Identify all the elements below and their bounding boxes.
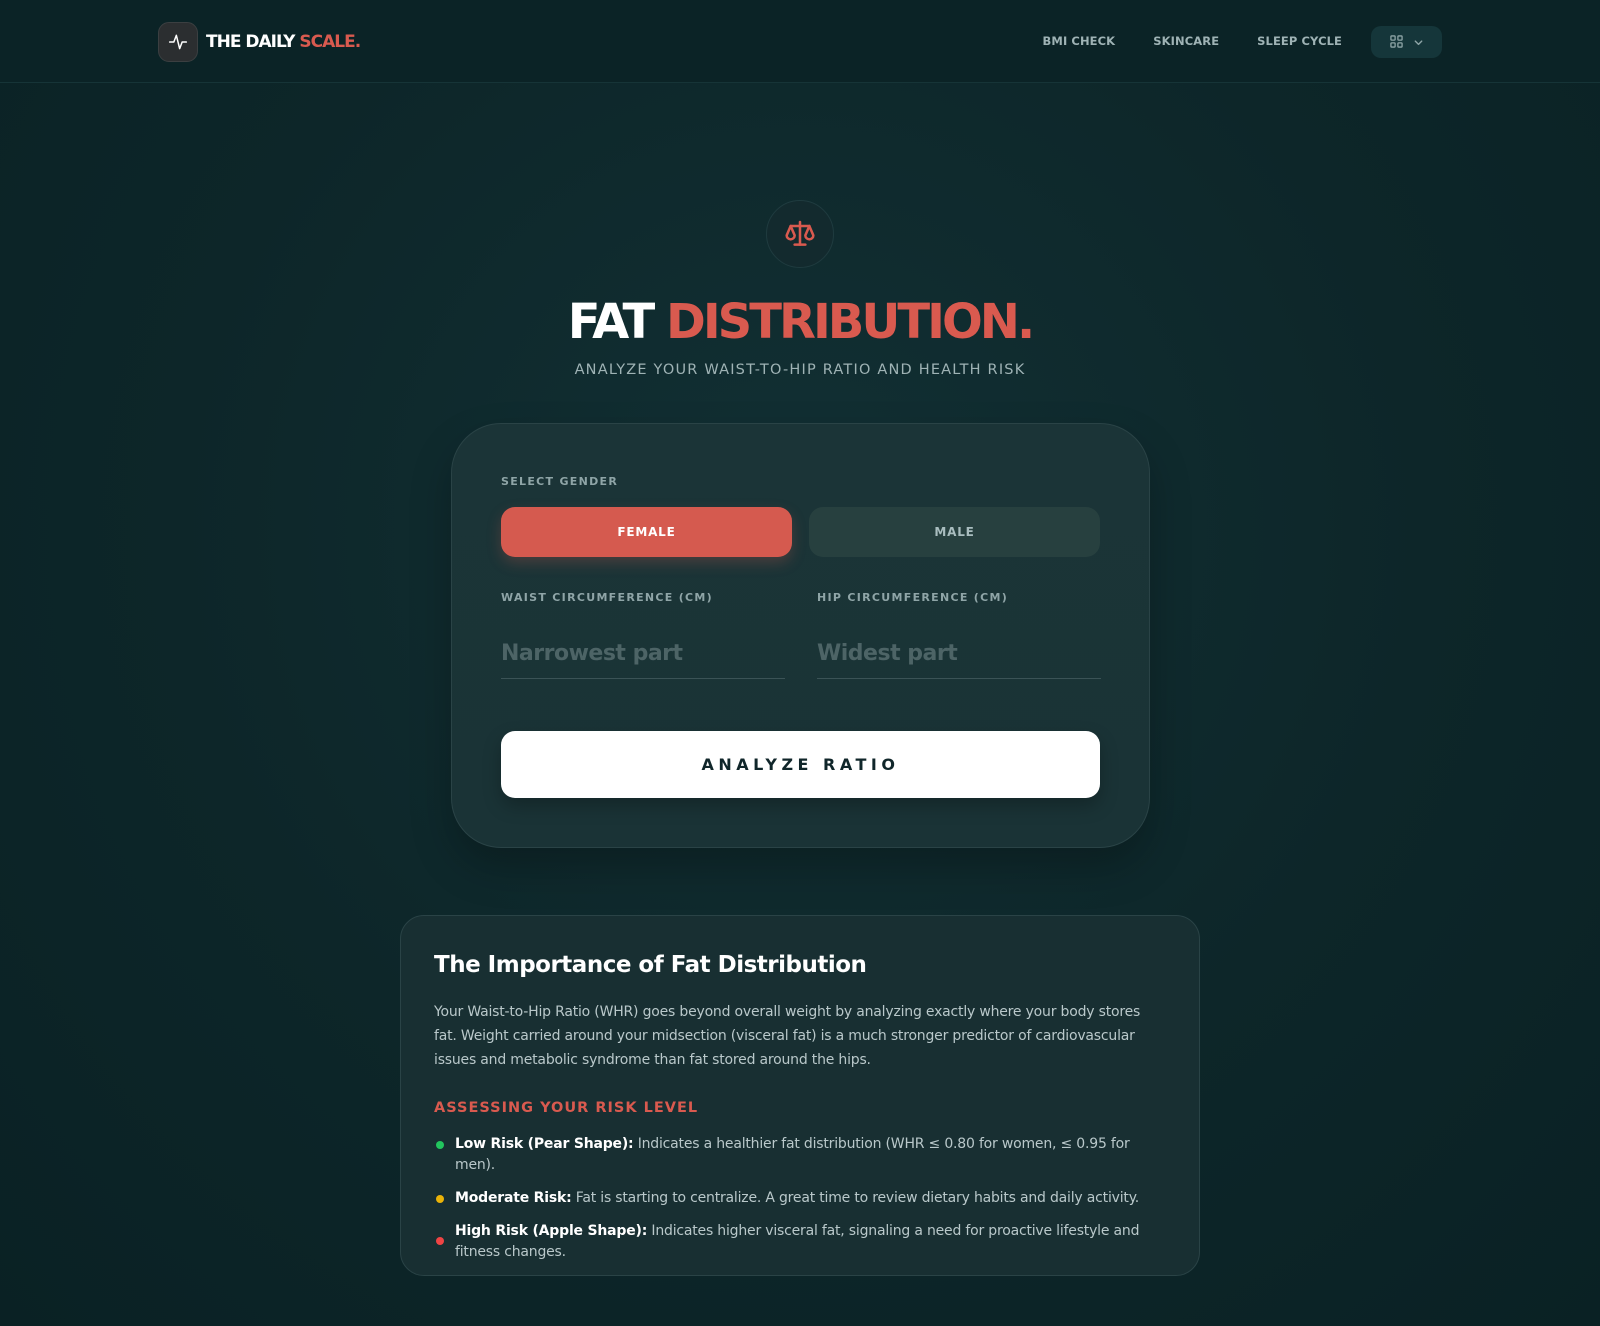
info-title: The Importance of Fat Distribution xyxy=(434,952,867,978)
nav-links: BMI CHECK SKINCARE SLEEP CYCLE xyxy=(1043,34,1342,48)
whr-calculator-form: SELECT GENDER FEMALE MALE WAIST CIRCUMFE… xyxy=(451,423,1150,848)
waist-label: WAIST CIRCUMFERENCE (CM) xyxy=(501,591,713,604)
gender-female-button[interactable]: FEMALE xyxy=(501,507,792,557)
risk-label: High Risk (Apple Shape): xyxy=(455,1223,648,1239)
info-card: The Importance of Fat Distribution Your … xyxy=(400,915,1200,1276)
risk-label: Low Risk (Pear Shape): xyxy=(455,1136,634,1152)
nav-link-skincare[interactable]: SKINCARE xyxy=(1153,34,1219,48)
info-body: Your Waist-to-Hip Ratio (WHR) goes beyon… xyxy=(434,1004,1141,1068)
hip-label: HIP CIRCUMFERENCE (CM) xyxy=(817,591,1009,604)
grid-icon xyxy=(1389,33,1403,52)
list-item: High Risk (Apple Shape): Indicates highe… xyxy=(434,1221,1154,1263)
list-item: Low Risk (Pear Shape): Indicates a healt… xyxy=(434,1134,1154,1176)
low-risk-dot-icon xyxy=(436,1141,444,1149)
hip-input[interactable] xyxy=(817,629,1101,679)
page-title: FAT DISTRIBUTION. xyxy=(0,292,1600,352)
page-title-red: DISTRIBUTION. xyxy=(665,294,1035,350)
brand-name-white: THE DAILY xyxy=(206,32,295,52)
top-nav: THE DAILY SCALE. BMI CHECK SKINCARE SLEE… xyxy=(0,0,1600,83)
activity-pulse-icon xyxy=(158,22,198,62)
nav-link-bmi-check[interactable]: BMI CHECK xyxy=(1043,34,1116,48)
list-item: Moderate Risk: Fat is starting to centra… xyxy=(434,1188,1154,1209)
brand-logo-link[interactable]: THE DAILY SCALE. xyxy=(158,22,361,62)
scales-icon xyxy=(766,200,834,268)
moderate-risk-dot-icon xyxy=(436,1195,444,1203)
apps-menu-button[interactable] xyxy=(1371,26,1442,58)
risk-list: Low Risk (Pear Shape): Indicates a healt… xyxy=(434,1134,1154,1275)
nav-link-sleep-cycle[interactable]: SLEEP CYCLE xyxy=(1257,34,1342,48)
page-subtitle: ANALYZE YOUR WAIST-TO-HIP RATIO AND HEAL… xyxy=(574,362,1026,378)
waist-input[interactable] xyxy=(501,629,785,679)
risk-level-heading: ASSESSING YOUR RISK LEVEL xyxy=(434,1100,699,1116)
risk-label: Moderate Risk: xyxy=(455,1190,572,1206)
brand-name: THE DAILY SCALE. xyxy=(206,32,361,52)
gender-male-button[interactable]: MALE xyxy=(809,507,1100,557)
analyze-ratio-button[interactable]: ANALYZE RATIO xyxy=(501,731,1100,798)
chevron-down-icon xyxy=(1413,33,1424,52)
gender-label: SELECT GENDER xyxy=(501,475,619,488)
risk-text: Fat is starting to centralize. A great t… xyxy=(575,1190,1140,1206)
brand-name-red: SCALE. xyxy=(299,32,361,52)
page-title-white: FAT xyxy=(567,294,655,350)
high-risk-dot-icon xyxy=(436,1237,444,1245)
